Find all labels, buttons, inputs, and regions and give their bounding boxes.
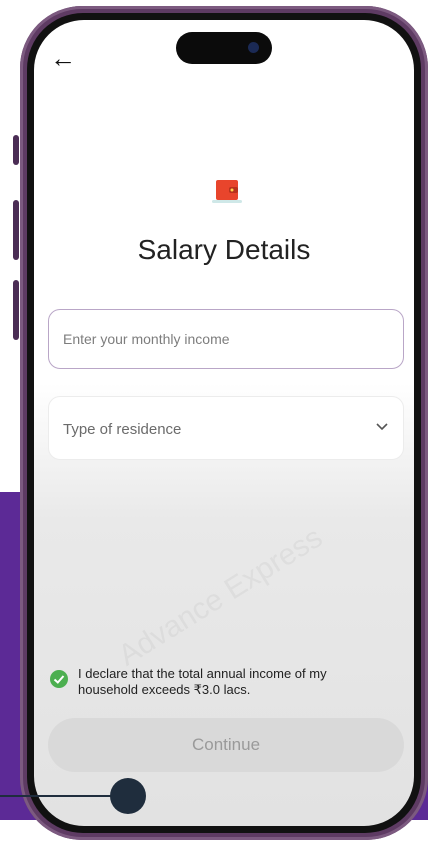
watermark: Advance Express	[113, 521, 329, 674]
arrow-left-icon[interactable]: ←	[50, 44, 78, 72]
continue-button[interactable]: Continue	[48, 718, 404, 772]
camera-icon	[248, 42, 259, 53]
income-declaration[interactable]: I declare that the total annual income o…	[50, 666, 390, 706]
check-icon[interactable]	[50, 670, 68, 688]
phone-screen: ← Salary Details Type of residence Advan…	[34, 20, 414, 826]
residence-type-label: Type of residence	[63, 421, 182, 438]
chevron-down-icon	[376, 423, 388, 431]
phone-volume-up-button	[13, 200, 19, 260]
declaration-text: I declare that the total annual income o…	[78, 666, 327, 697]
pointer-dot	[110, 778, 146, 814]
pointer-line	[0, 795, 125, 797]
monthly-income-input[interactable]	[48, 309, 404, 369]
dynamic-island	[176, 32, 272, 64]
phone-volume-down-button	[13, 280, 19, 340]
wallet-icon	[212, 180, 242, 203]
phone-mute-button	[13, 135, 19, 165]
page-title: Salary Details	[137, 234, 311, 265]
residence-type-dropdown[interactable]: Type of residence	[48, 396, 404, 460]
